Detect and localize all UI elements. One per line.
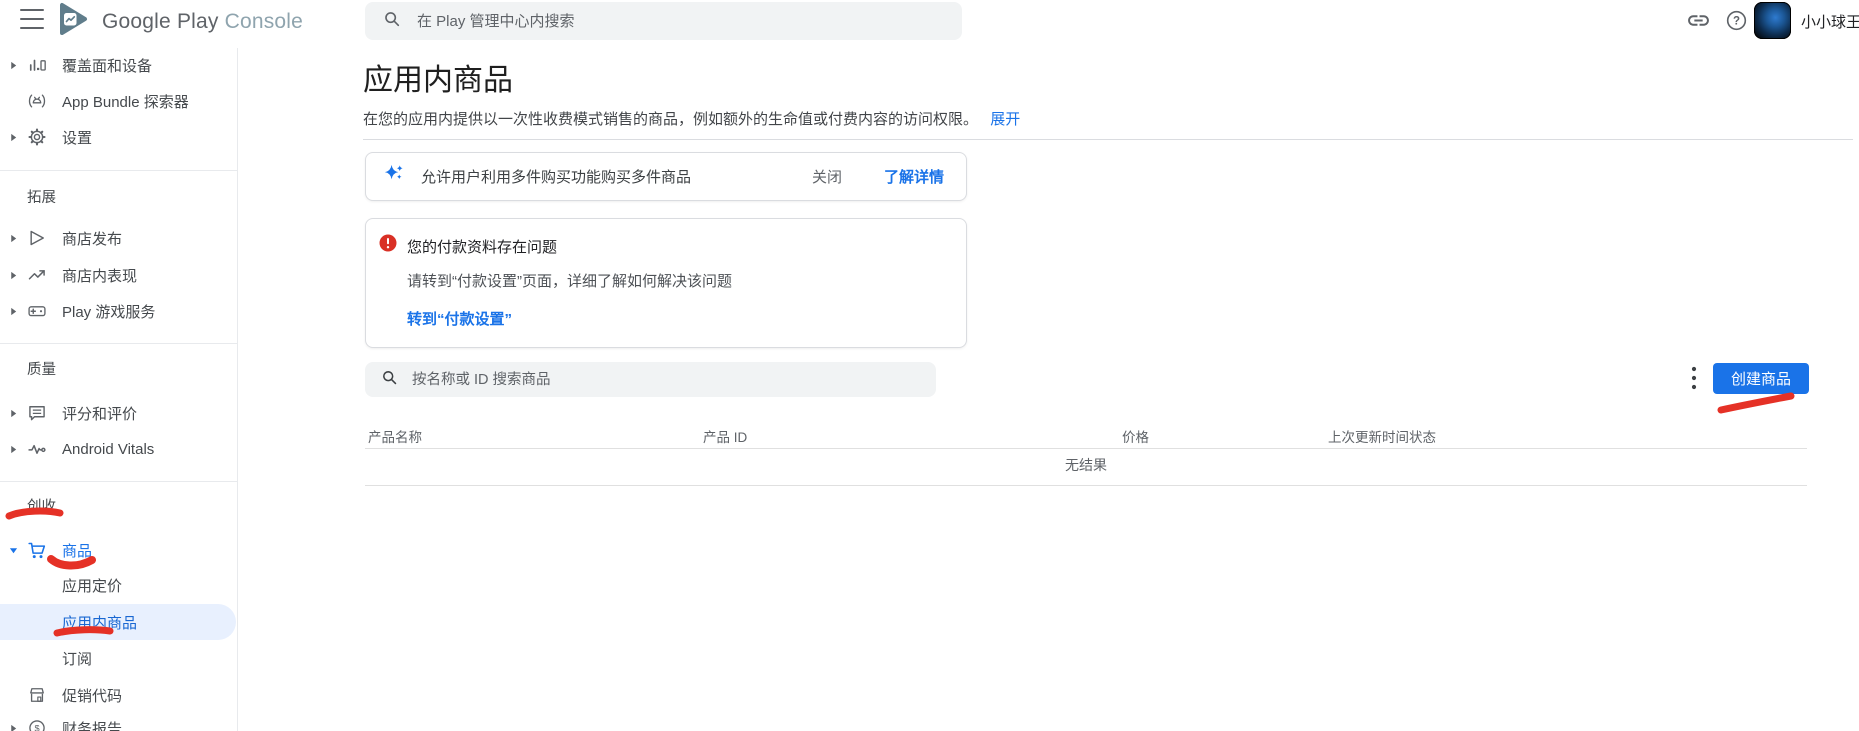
- product-search-input[interactable]: [410, 370, 854, 389]
- sidebar-item-store-performance[interactable]: 商店内表现: [0, 257, 236, 293]
- sidebar-section-growth: 拓展: [27, 189, 56, 206]
- play-store-icon: [26, 228, 48, 248]
- expand-caret-icon[interactable]: [8, 409, 18, 418]
- svg-text:$: $: [34, 723, 39, 731]
- alert-title: 您的付款资料存在问题: [407, 239, 558, 256]
- sidebar-item-label: 促销代码: [62, 687, 123, 705]
- search-icon: [381, 369, 398, 391]
- expand-caret-icon[interactable]: [8, 133, 18, 142]
- column-header-product-id: 产品 ID: [703, 430, 748, 445]
- menu-hamburger-icon[interactable]: [20, 9, 44, 29]
- page-description: 在您的应用内提供以一次性收费模式销售的商品，例如额外的生命值或付费内容的访问权限…: [363, 108, 1020, 129]
- sidebar-item-android-vitals[interactable]: Android Vitals: [0, 431, 236, 467]
- payment-alert-card: 您的付款资料存在问题 请转到“付款设置”页面，详细了解如何解决该问题 转到“付款…: [365, 218, 967, 348]
- sidebar-item-label: 商店发布: [62, 230, 123, 248]
- svg-text:?: ?: [1733, 16, 1740, 28]
- sidebar-subitem-subscriptions[interactable]: 订阅: [0, 640, 236, 676]
- sidebar-item-app-bundle-explorer[interactable]: App Bundle 探索器: [0, 83, 236, 119]
- sidebar-subitem-in-app-products[interactable]: 应用内商品: [0, 604, 236, 640]
- table-divider: [365, 448, 1807, 449]
- user-name: 小小球王: [1801, 14, 1859, 31]
- sidebar-item-reach-and-devices[interactable]: 覆盖面和设备: [0, 47, 236, 83]
- alert-body: 请转到“付款设置”页面，详细了解如何解决该问题: [407, 273, 732, 290]
- expand-caret-icon[interactable]: [8, 724, 18, 731]
- sidebar-item-label: 商品: [62, 542, 93, 560]
- google-play-console-logo[interactable]: Google Play Console: [56, 2, 303, 41]
- sidebar-subitem-label: 订阅: [62, 650, 93, 668]
- collapse-caret-icon[interactable]: [8, 546, 18, 555]
- multi-purchase-banner: 允许用户利用多件购买功能购买多件商品 关闭 了解详情: [365, 152, 967, 201]
- create-product-button[interactable]: 创建商品: [1713, 363, 1809, 394]
- sidebar-item-label: 商店内表现: [62, 267, 138, 285]
- alert-payment-settings-link[interactable]: 转到“付款设置”: [407, 308, 512, 329]
- sidebar-item-label: 财务报告: [62, 720, 123, 731]
- gear-icon: [26, 127, 48, 147]
- sidebar-subitem-label: 应用定价: [62, 577, 123, 595]
- content-divider: [363, 139, 1853, 140]
- vitals-heartbeat-icon: [26, 439, 48, 459]
- banner-message: 允许用户利用多件购买功能购买多件商品: [421, 169, 692, 186]
- global-search-input[interactable]: [415, 11, 899, 31]
- app-bundle-icon: [26, 91, 48, 111]
- expand-caret-icon[interactable]: [8, 271, 18, 280]
- storefront-icon: [26, 685, 48, 705]
- sidebar-section-quality: 质量: [27, 361, 56, 378]
- finance-dollar-icon: $: [26, 718, 48, 731]
- help-icon[interactable]: ?: [1725, 9, 1748, 32]
- sidebar-item-play-games-services[interactable]: Play 游戏服务: [0, 293, 236, 329]
- column-header-product-name: 产品名称: [368, 430, 422, 445]
- sparkle-icon: [382, 163, 405, 191]
- column-header-status: 状态: [1409, 430, 1436, 445]
- expand-caret-icon[interactable]: [8, 234, 18, 243]
- page-title: 应用内商品: [363, 64, 513, 97]
- alert-error-icon: [379, 234, 397, 257]
- sidebar-item-label: Android Vitals: [62, 440, 155, 458]
- products-table: 产品名称 产品 ID 价格 上次更新时间 状态 无结果: [365, 422, 1807, 486]
- sidebar-item-ratings-reviews[interactable]: 评分和评价: [0, 395, 236, 431]
- sidebar-subitem-label: 应用内商品: [62, 614, 138, 632]
- sidebar-item-store-publishing[interactable]: 商店发布: [0, 220, 236, 256]
- account-avatar[interactable]: [1754, 2, 1791, 39]
- gamepad-icon: [26, 301, 48, 321]
- sidebar-item-financial-reports[interactable]: $ 财务报告: [0, 710, 236, 731]
- link-icon[interactable]: [1686, 8, 1711, 33]
- sidebar-divider: [0, 481, 237, 482]
- column-header-last-updated: 上次更新时间: [1328, 430, 1409, 445]
- sidebar-item-label: 设置: [62, 129, 93, 147]
- sidebar-subitem-app-pricing[interactable]: 应用定价: [0, 567, 236, 603]
- banner-dismiss-button[interactable]: 关闭: [812, 166, 842, 187]
- search-icon: [383, 10, 401, 33]
- expand-caret-icon[interactable]: [8, 61, 18, 70]
- play-console-page: Google PlayConsole ? 小小球王: [0, 0, 1859, 731]
- bar-chart-icon: [26, 55, 48, 75]
- shopping-cart-icon: [26, 540, 48, 561]
- sidebar-item-label: App Bundle 探索器: [62, 93, 189, 111]
- page-description-text: 在您的应用内提供以一次性收费模式销售的商品，例如额外的生命值或付费内容的访问权限…: [363, 111, 979, 128]
- sidebar-section-monetize: 创收: [27, 498, 56, 515]
- overflow-menu-icon[interactable]: [1684, 364, 1704, 392]
- global-search-bar[interactable]: [365, 2, 962, 40]
- banner-learn-more-link[interactable]: 了解详情: [884, 166, 944, 187]
- sidebar-item-label: Play 游戏服务: [62, 303, 156, 321]
- expand-link[interactable]: 展开: [990, 111, 1020, 128]
- comment-icon: [26, 403, 48, 423]
- sidebar-divider-vertical: [237, 48, 238, 731]
- logo-text: Google Play Console: [102, 9, 304, 33]
- sidebar-item-products[interactable]: 商品: [0, 532, 236, 568]
- empty-results-text: 无结果: [1065, 457, 1107, 473]
- sidebar-item-label: 覆盖面和设备: [62, 57, 153, 75]
- sidebar-item-label: 评分和评价: [62, 405, 138, 423]
- table-divider: [365, 485, 1807, 486]
- column-header-price: 价格: [1122, 430, 1149, 445]
- expand-caret-icon[interactable]: [8, 307, 18, 316]
- sidebar-divider: [0, 170, 237, 171]
- expand-caret-icon[interactable]: [8, 445, 18, 454]
- sidebar-item-settings[interactable]: 设置: [0, 119, 236, 155]
- play-logo-icon: [56, 2, 92, 41]
- product-search-bar[interactable]: [365, 362, 936, 397]
- sidebar-item-promo-codes[interactable]: 促销代码: [0, 677, 236, 713]
- trending-up-icon: [26, 265, 48, 285]
- sidebar-divider: [0, 343, 237, 344]
